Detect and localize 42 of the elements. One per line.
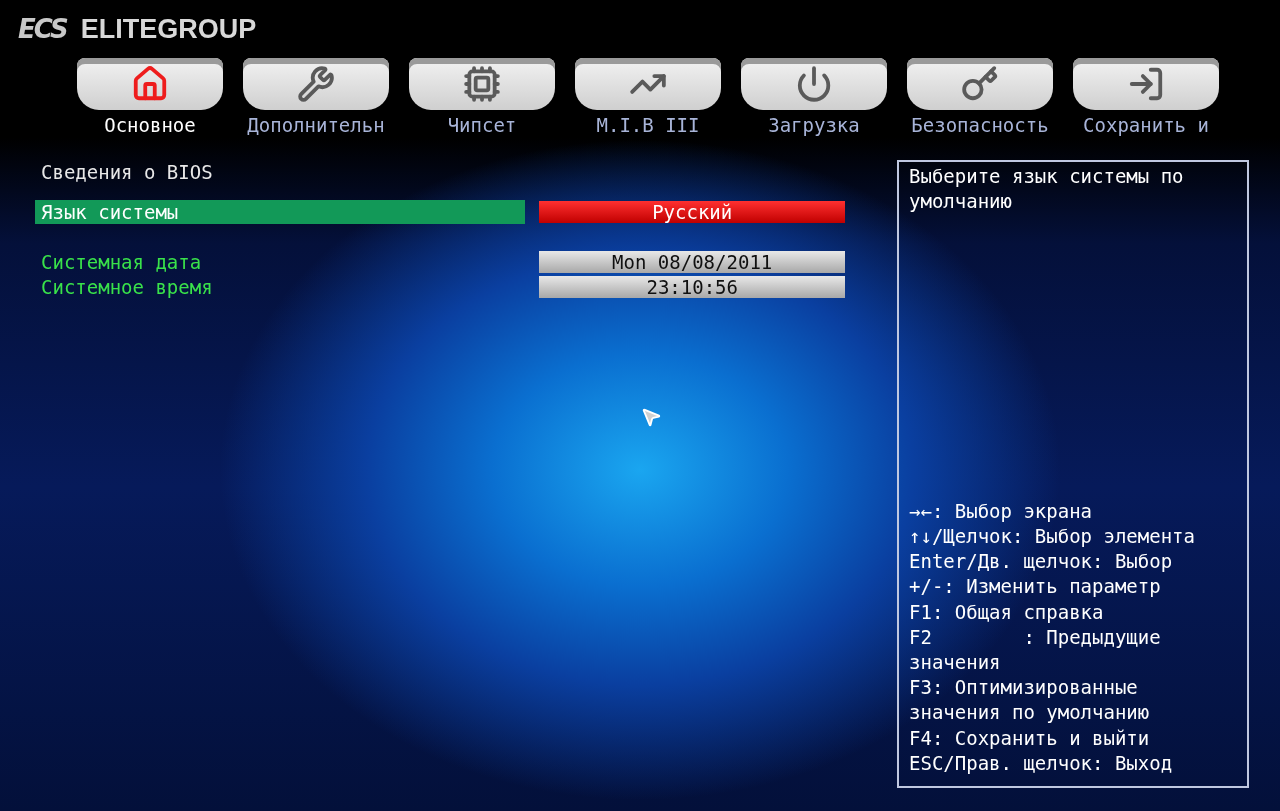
tab-button[interactable] [243,58,389,110]
tab-label[interactable]: Основное [104,114,196,136]
power-icon [795,65,833,103]
setting-value[interactable]: Русский [539,200,845,223]
mouse-cursor-icon [640,406,662,428]
tab-label[interactable]: Чипсет [447,114,517,136]
setting-value[interactable]: 23:10:56 [539,275,845,298]
key-hint: значения [909,650,1002,675]
tab-button[interactable] [1073,58,1219,110]
tab-button[interactable] [575,58,721,110]
setting-label[interactable]: Системная дата [35,249,526,274]
brand-logo: ECS [18,14,67,44]
key-hint: значения по умолчанию [909,700,1151,726]
key-hint: F3: Оптимизированные [909,675,1139,701]
key-hint: →←: Выбор экрана [909,498,1094,524]
help-description: Выберите язык системы по умолчанию [909,164,1185,214]
setting-value[interactable]: Mon 08/08/2011 [539,250,845,273]
tab-button[interactable] [409,58,555,110]
tab-label[interactable]: M.I.B III [596,114,700,136]
exit-door-icon [1127,65,1165,103]
tab-button[interactable] [907,58,1053,110]
wrench-icon [297,65,335,103]
key-hint: F1: Общая справка [909,599,1105,625]
key-hint: ESC/Прав. щелчок: Выход [909,750,1174,776]
tab-label[interactable]: Загрузка [768,114,860,136]
key-hint: ↑↓/Щелчок: Выбор элемента [909,523,1196,549]
brand-name: ELITEGROUP [80,13,257,45]
key-hint: Enter/Дв. щелчок: Выбор [909,549,1174,575]
tab-button[interactable] [77,58,223,110]
key-hint: F4: Сохранить и выйти [909,725,1151,751]
tab-label[interactable]: Сохранить и [1083,114,1209,136]
key-hint: +/-: Изменить параметр [909,574,1162,600]
chip-icon [463,65,501,103]
house-icon [131,65,169,103]
key-hint: F2 : Предыдущие [909,624,1162,650]
setting-label[interactable]: Системное время [35,274,526,299]
setting-label[interactable]: Язык системы [35,199,526,224]
key-icon [961,65,999,103]
section-heading: Сведения о BIOS [40,160,214,185]
tab-button[interactable] [741,58,887,110]
tab-label[interactable]: Безопасность [911,114,1049,136]
tab-label[interactable]: Дополнительн [247,114,385,136]
